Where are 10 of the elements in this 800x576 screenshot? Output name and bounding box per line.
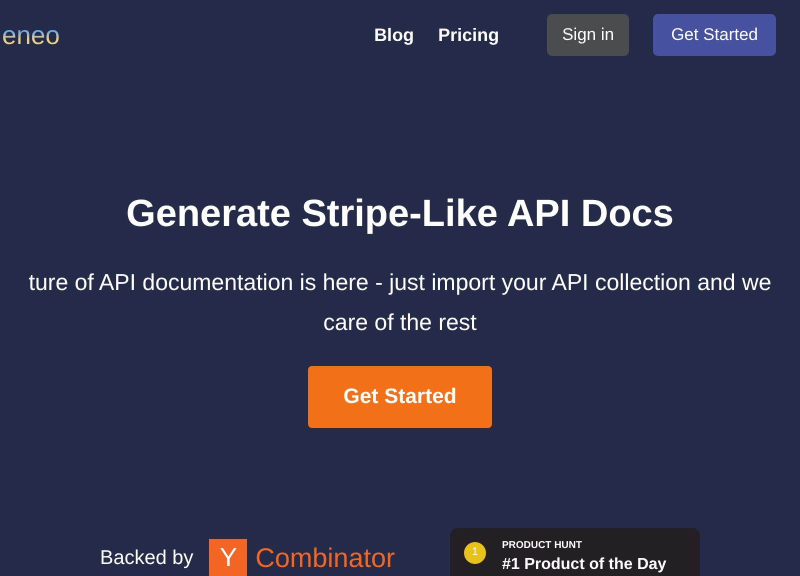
hero-title: Generate Stripe-Like API Docs	[126, 192, 674, 237]
get-started-button[interactable]: Get Started	[653, 14, 776, 56]
sign-in-button[interactable]: Sign in	[547, 14, 630, 56]
nav-link[interactable]: Blog	[374, 22, 414, 48]
hero-subtitle-line: ture of API documentation is here - just import your API collection and we	[28, 268, 772, 297]
product-hunt-badge[interactable]: 1 PRODUCT HUNT #1 Product of the Day	[450, 528, 700, 576]
nav-link[interactable]: Pricing	[438, 22, 500, 48]
hero-subtitle-line: care of the rest	[323, 308, 477, 337]
y-combinator-logo[interactable]: Y Combinator	[209, 538, 395, 576]
backed-by-label: Backed by	[100, 546, 194, 571]
